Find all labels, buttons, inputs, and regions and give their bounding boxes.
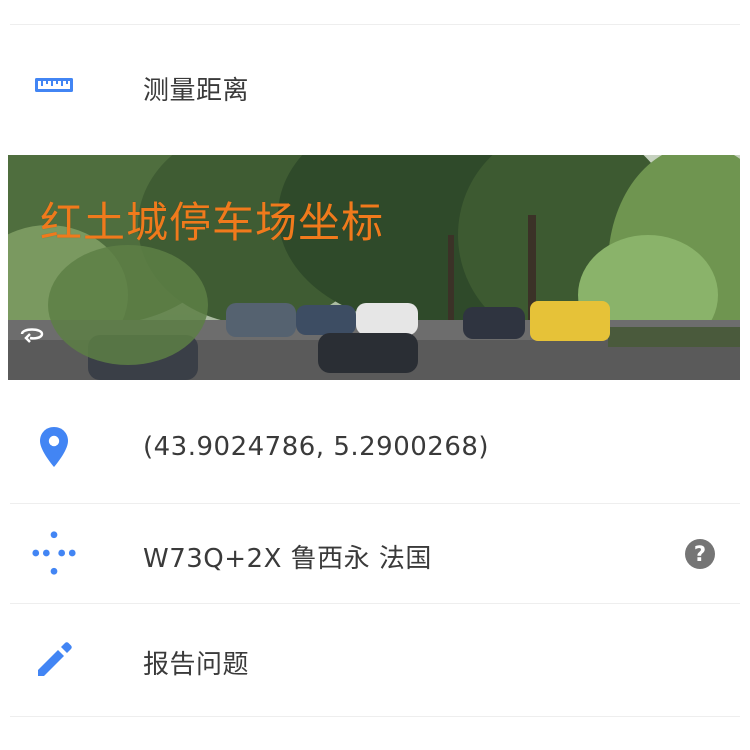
rotate-360-icon[interactable] xyxy=(18,323,46,343)
pencil-icon xyxy=(30,640,78,680)
coordinates-label: (43.9024786, 5.2900268) xyxy=(143,432,490,462)
top-divider xyxy=(10,24,740,25)
ruler-icon xyxy=(30,74,78,96)
measure-distance-item[interactable]: 测量距离 xyxy=(0,58,750,114)
report-problem-item[interactable]: 报告问题 xyxy=(0,630,750,690)
bottom-divider xyxy=(10,716,740,717)
street-view-photo[interactable]: 红土城停车场坐标 xyxy=(8,155,740,380)
plus-code-label: W73Q+2X 鲁西永 法国 xyxy=(143,544,432,574)
divider xyxy=(10,603,740,604)
report-problem-label: 报告问题 xyxy=(143,650,250,680)
photo-caption: 红土城停车场坐标 xyxy=(40,198,385,247)
help-icon[interactable]: ? xyxy=(685,539,715,569)
plus-code-item[interactable]: W73Q+2X 鲁西永 法国 ? xyxy=(0,524,750,584)
measure-distance-label: 测量距离 xyxy=(143,76,250,106)
divider xyxy=(10,503,740,504)
plus-code-icon xyxy=(30,528,78,578)
coordinates-item[interactable]: (43.9024786, 5.2900268) xyxy=(0,418,750,478)
location-pin-icon xyxy=(30,426,78,468)
